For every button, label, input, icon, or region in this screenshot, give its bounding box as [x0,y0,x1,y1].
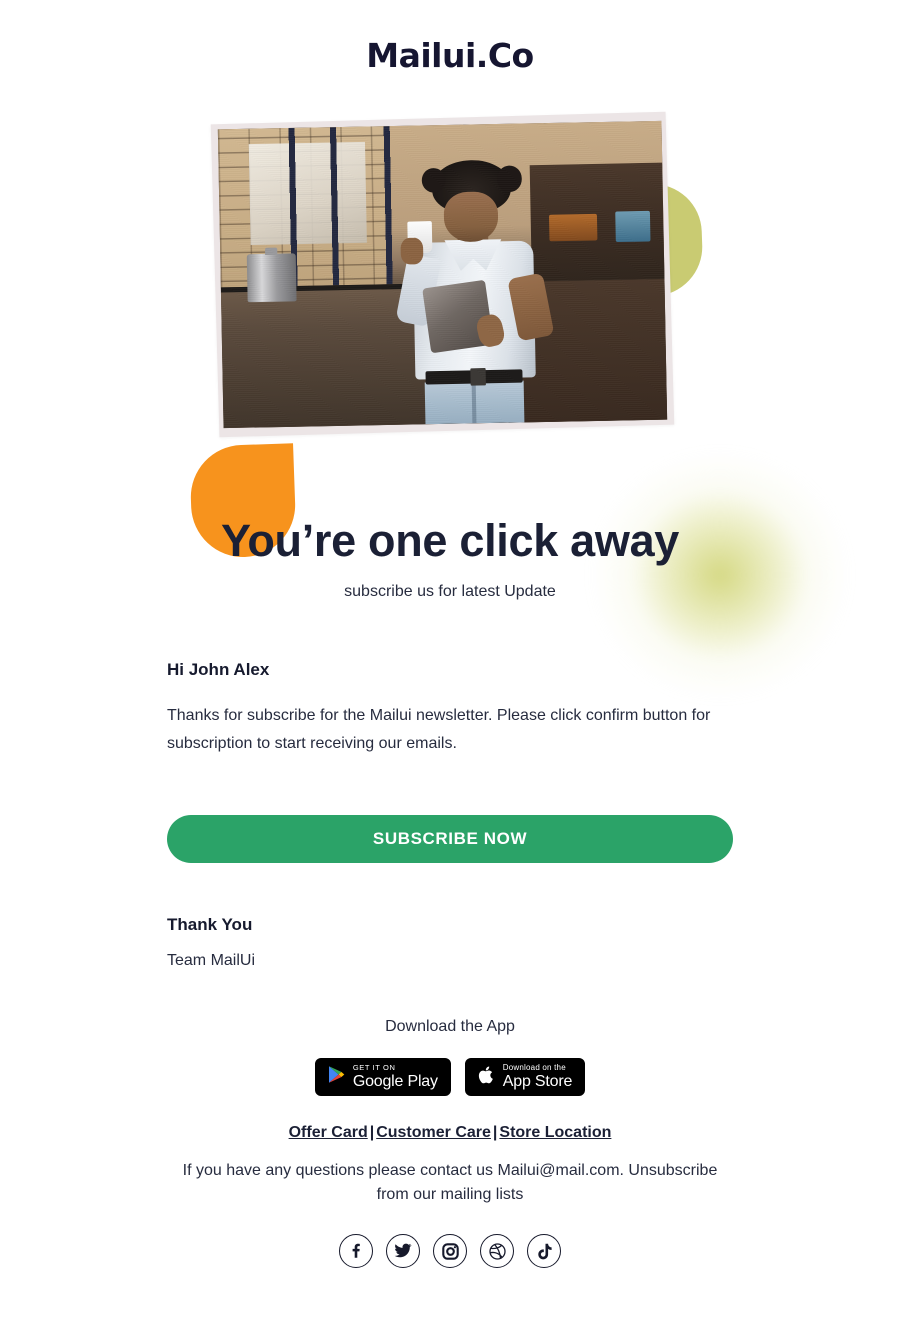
facebook-link[interactable] [339,1234,373,1268]
google-play-badge-small: GET IT ON [352,1063,396,1073]
footer-links: Offer Card | Customer Care | Store Location [0,1124,900,1142]
google-play-badge[interactable]: GET IT ON Google Play [314,1058,451,1096]
photo-coffee-urn [246,253,297,303]
apple-icon [478,1065,495,1090]
email-page: Mailui.Co You’re one click away subscrib… [0,0,900,1328]
facebook-icon [348,1243,364,1259]
google-play-badge-text: GET IT ON Google Play [353,1064,438,1090]
message-body: Hi John Alex Thanks for subscribe for th… [167,660,733,970]
greeting-text: Hi John Alex [167,660,270,679]
team-name: Team MailUi [167,952,256,969]
photo-person-left-hand [400,237,424,265]
app-store-badge-text: Download on the App Store [502,1063,573,1090]
app-store-badge-small: Download on the [502,1063,566,1072]
twitter-link[interactable] [386,1234,420,1268]
instagram-link[interactable] [433,1234,467,1268]
social-links [0,1234,900,1268]
customer-care-link[interactable]: Customer Care [376,1124,491,1141]
footer: Download the App GET IT ON Google Play D… [0,1018,900,1268]
dribbble-link[interactable] [480,1234,514,1268]
google-play-badge-big: Google Play [352,1072,438,1090]
app-store-badges: GET IT ON Google Play Download on the Ap… [0,1058,900,1096]
photo-person [395,159,556,425]
dribbble-icon [488,1242,506,1260]
body-paragraph: Thanks for subscribe for the Mailui news… [167,707,711,752]
hero-photo [217,120,668,429]
photo-person-belt [425,369,523,385]
signoff-text: Thank You [167,915,253,934]
twitter-icon [394,1243,412,1259]
page-title: You’re one click away [220,515,680,566]
brand-header: Mailui.Co [0,36,900,76]
photo-person-face [443,191,499,243]
hero-photo-frame [210,111,675,438]
store-location-link[interactable]: Store Location [499,1124,611,1141]
hero-section [0,90,900,700]
headline-block: You’re one click away subscribe us for l… [0,514,900,601]
page-subtitle: subscribe us for latest Update [344,583,556,601]
photo-back-shelf [529,162,665,285]
download-app-label: Download the App [385,1018,515,1035]
tiktok-icon [537,1243,552,1260]
app-store-badge-big: App Store [502,1073,573,1090]
brand-logo: Mailui.Co [366,36,534,75]
subscribe-now-button[interactable]: SUBSCRIBE NOW [167,815,733,863]
instagram-icon [441,1242,459,1260]
google-play-icon [328,1065,345,1089]
tiktok-link[interactable] [527,1234,561,1268]
link-separator-1: | [369,1124,375,1141]
legal-text: If you have any questions please contact… [182,1162,718,1203]
photo-person-jeans [424,380,525,425]
app-store-badge[interactable]: Download on the App Store [464,1058,586,1096]
offer-card-link[interactable]: Offer Card [289,1124,368,1141]
